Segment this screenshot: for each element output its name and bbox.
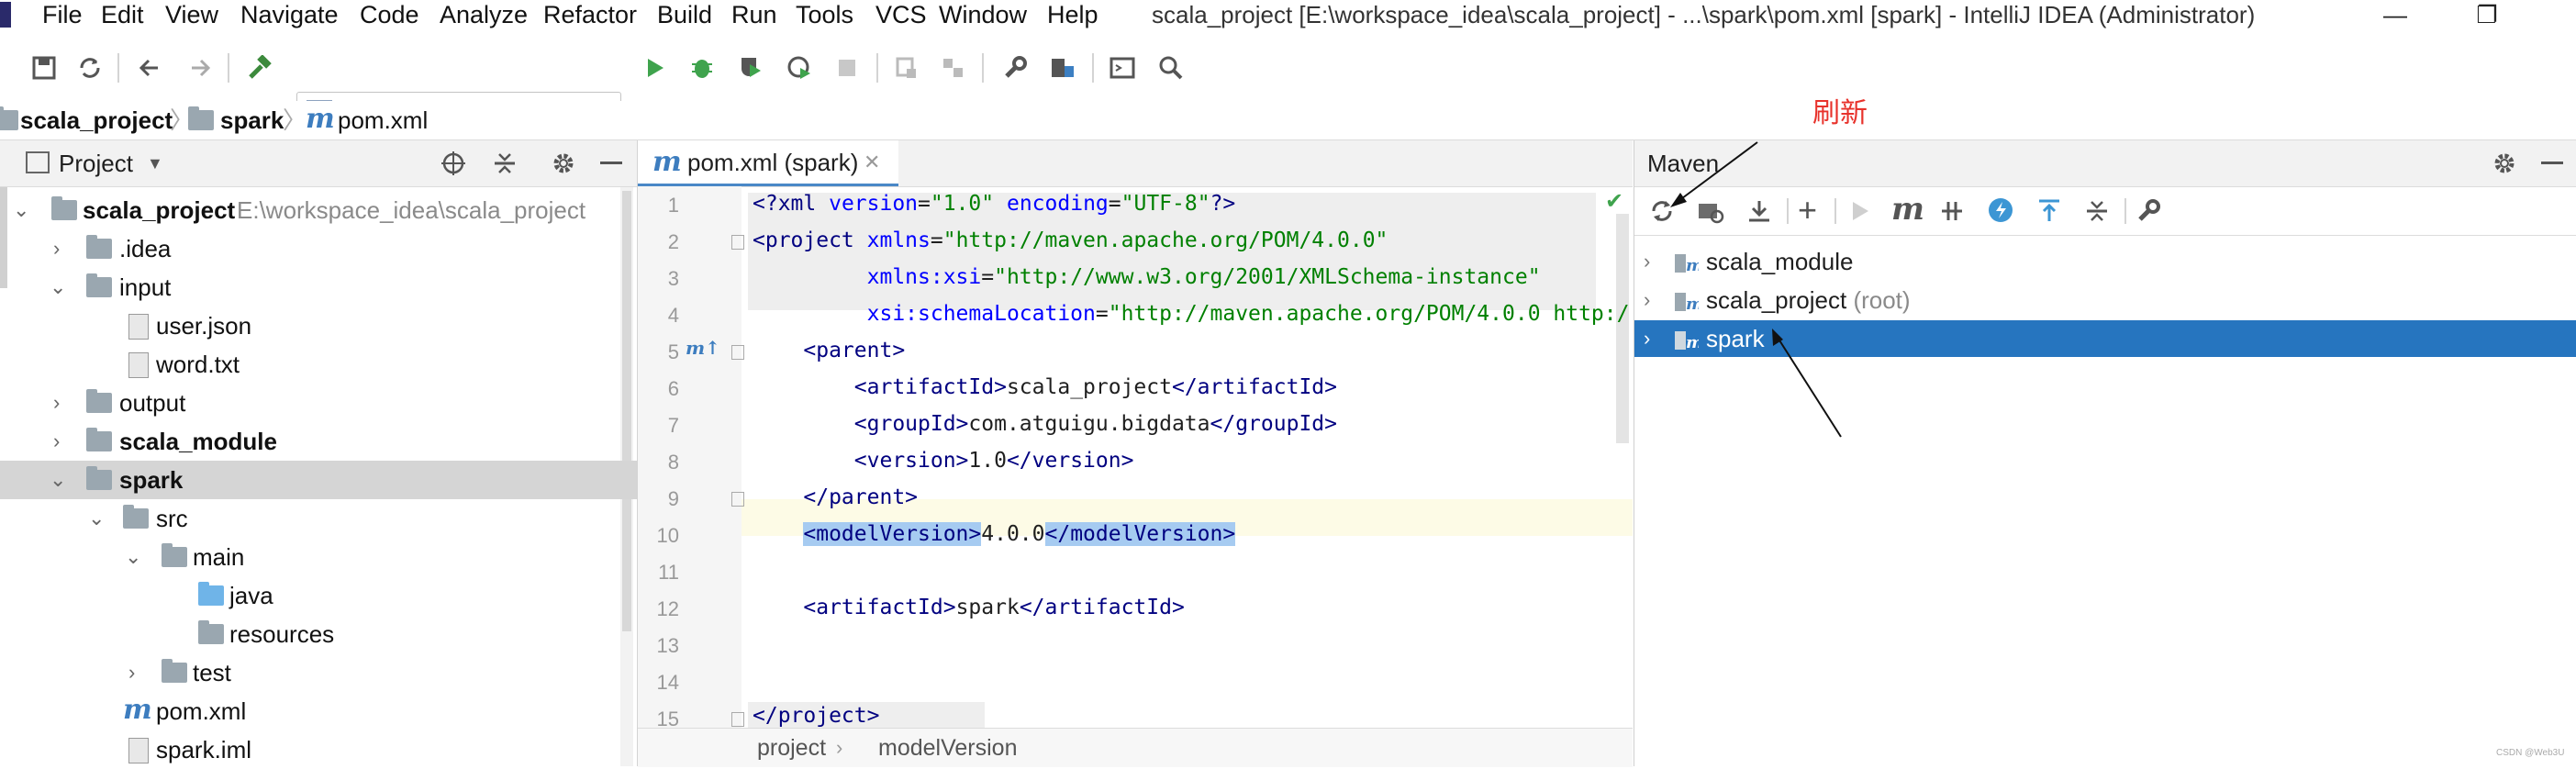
watermark: CSDN @Web3U [2496, 748, 2565, 758]
annotation-arrows [1670, 141, 1842, 438]
